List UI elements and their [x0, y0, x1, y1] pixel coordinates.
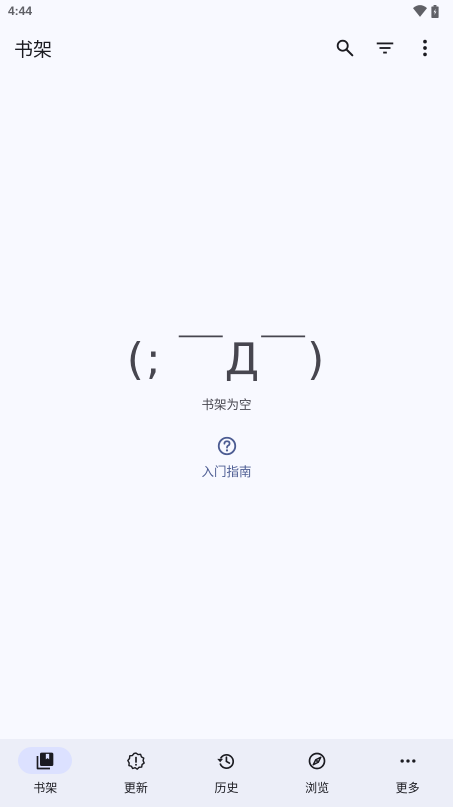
- nav-icon-wrap-browse: [290, 747, 344, 774]
- compass-icon: [308, 752, 326, 769]
- nav-label-library: 书架: [33, 781, 58, 795]
- history-icon: [217, 753, 235, 769]
- nav-label-history: 历史: [214, 781, 239, 795]
- getting-started-label: 入门指南: [201, 464, 252, 479]
- search-button[interactable]: [325, 28, 365, 68]
- empty-kaomoji: (; ￣Д￣): [126, 334, 327, 385]
- nav-label-updates: 更新: [123, 781, 148, 795]
- top-app-bar: 书架: [0, 22, 453, 74]
- more-vert-icon: [423, 39, 427, 57]
- nav-label-more: 更多: [395, 781, 420, 795]
- nav-icon-wrap-more: [381, 747, 435, 774]
- nav-item-updates[interactable]: 更新: [91, 747, 181, 796]
- wifi-icon: [413, 5, 427, 17]
- filter-icon: [376, 42, 394, 54]
- nav-item-more[interactable]: 更多: [363, 747, 453, 796]
- getting-started-button[interactable]: 入门指南: [0, 435, 453, 480]
- bottom-navigation: 书架 更新 历史 浏览 更多: [0, 739, 453, 807]
- status-bar: 4:44: [0, 0, 453, 22]
- search-icon: [336, 39, 354, 57]
- status-time: 4:44: [8, 4, 33, 18]
- empty-message: 书架为空: [201, 397, 252, 412]
- page-title: 书架: [14, 38, 53, 61]
- nav-active-indicator: [18, 747, 73, 774]
- status-icons: [413, 4, 439, 18]
- filter-button[interactable]: [365, 28, 405, 68]
- nav-label-browse: 浏览: [305, 781, 330, 795]
- nav-item-library[interactable]: 书架: [0, 747, 90, 796]
- library-icon: [36, 752, 54, 769]
- update-alert-icon: [127, 751, 145, 770]
- nav-item-history[interactable]: 历史: [181, 747, 271, 796]
- nav-icon-wrap-history: [199, 747, 253, 774]
- battery-icon: [431, 4, 439, 18]
- nav-item-browse[interactable]: 浏览: [272, 747, 362, 796]
- empty-state: (; ￣Д￣) 书架为空: [0, 330, 453, 413]
- app-bar-actions: [325, 28, 445, 68]
- more-horiz-icon: [400, 758, 416, 763]
- more-options-button[interactable]: [405, 28, 445, 68]
- nav-icon-wrap-updates: [109, 747, 163, 774]
- help-circle-icon: [217, 436, 236, 456]
